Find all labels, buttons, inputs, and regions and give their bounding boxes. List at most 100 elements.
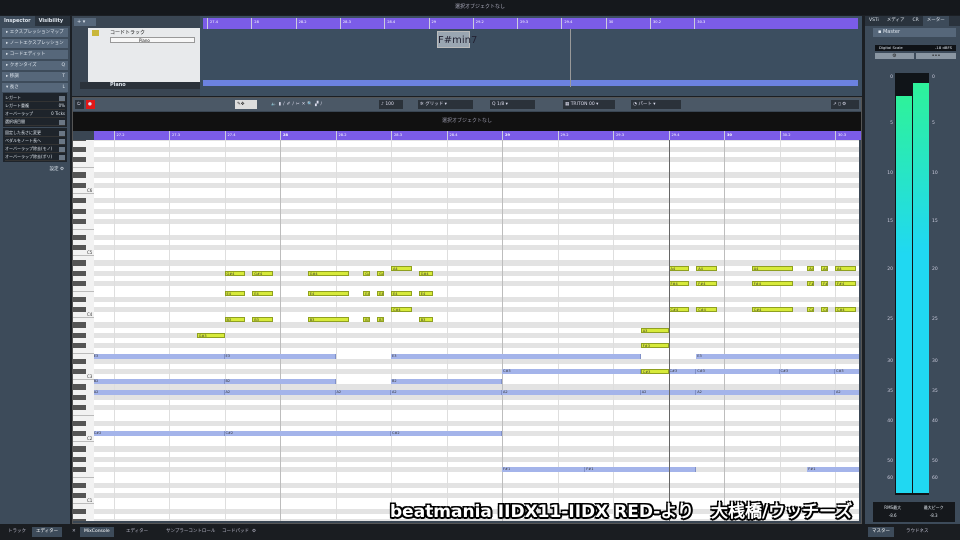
action-overlap-poly[interactable]: オーバーラップ除去(ポリ)	[5, 153, 65, 161]
midi-note[interactable]: G#4	[224, 270, 246, 276]
midi-note[interactable]: F#1	[807, 467, 859, 473]
black-key[interactable]	[73, 467, 86, 473]
grid-select[interactable]: ✲ グリッド ▾	[418, 100, 473, 109]
track-selector[interactable]: Piano	[80, 82, 200, 89]
black-key[interactable]	[73, 306, 86, 313]
midi-note[interactable]: G#4	[363, 270, 371, 276]
black-key[interactable]	[73, 430, 86, 437]
close-icon[interactable]: ✕	[68, 527, 80, 537]
midi-note[interactable]: B3	[377, 317, 385, 323]
midi-note[interactable]: C#3	[502, 369, 641, 374]
midi-note[interactable]: E4	[418, 291, 433, 297]
velocity-field[interactable]: ♪ 100	[379, 100, 403, 109]
black-key[interactable]	[73, 156, 86, 163]
midi-note[interactable]: A4	[668, 265, 690, 271]
midi-note[interactable]: E4	[307, 291, 350, 297]
settings-button[interactable]: 設定 ⚙	[0, 163, 70, 175]
black-key[interactable]	[73, 384, 86, 390]
section-note-expression[interactable]: ▸ ノートエクスプレッション	[2, 39, 68, 48]
midi-note[interactable]: C#4	[696, 306, 718, 312]
midi-note[interactable]: E4	[252, 291, 274, 297]
black-key[interactable]	[73, 394, 86, 400]
apply-button[interactable]	[59, 154, 65, 160]
midi-note[interactable]: G#4	[418, 270, 433, 276]
midi-note[interactable]: F#4	[696, 281, 718, 287]
black-key[interactable]	[73, 270, 86, 276]
midi-note[interactable]: F#4	[668, 281, 690, 287]
midi-note[interactable]: A2	[335, 389, 391, 395]
tab-tracks[interactable]: トラック	[4, 527, 30, 537]
black-key[interactable]	[73, 368, 86, 375]
midi-note[interactable]: F#4	[821, 281, 829, 287]
black-key[interactable]	[73, 518, 86, 521]
tab-editor-left[interactable]: エディター	[32, 527, 63, 537]
midi-note[interactable]: C#2	[391, 431, 502, 437]
midi-note[interactable]: C#4	[821, 306, 829, 312]
apply-button[interactable]	[59, 138, 65, 144]
black-key[interactable]	[73, 322, 86, 328]
instrument-select[interactable]: Piano	[110, 37, 195, 43]
midi-note[interactable]: A4	[807, 265, 815, 271]
editor-ruler[interactable]: 27.2 27.3 27.4 28 28.2 28.3 28.4 29 29.2 29.3 29.4…	[94, 131, 861, 140]
midi-note[interactable]: C#4	[835, 306, 856, 312]
tab-editor-lower[interactable]: エディター	[122, 527, 152, 537]
black-key[interactable]	[73, 296, 86, 302]
select-tool-icon[interactable]: ✎✥	[235, 100, 257, 109]
midi-note[interactable]: A2	[224, 389, 336, 395]
midi-note[interactable]: B2	[391, 379, 502, 385]
midi-note[interactable]: C#3	[640, 369, 669, 374]
midi-note[interactable]: G#3	[196, 332, 225, 338]
legato-row[interactable]: レガート	[5, 94, 65, 102]
black-key[interactable]	[73, 405, 86, 411]
edit-tools[interactable]: 🔈▮/✐/✂✕🔍▞/	[269, 100, 364, 109]
midi-note[interactable]: G#4	[307, 270, 350, 276]
legato-overlap-row[interactable]: レガート重複 0%	[5, 102, 65, 110]
apply-button[interactable]	[59, 130, 65, 136]
black-key[interactable]	[73, 358, 86, 364]
midi-note[interactable]: A2	[835, 389, 859, 395]
midi-note[interactable]: E3	[391, 353, 641, 359]
section-quantize[interactable]: ▸ クオンタイズ Q	[2, 61, 68, 70]
midi-note[interactable]: C#3	[779, 369, 835, 374]
black-key[interactable]	[73, 482, 86, 488]
note-grid[interactable]: G#4 G#4 G#4 G#4 G#4 A4 G#4 E4 E4 E4 E4 E4 E4 E4 C#4 B3 B…	[94, 140, 859, 521]
gear-icon[interactable]: ⚙	[248, 527, 260, 537]
midi-note[interactable]: A2	[696, 389, 835, 395]
black-key[interactable]	[73, 198, 86, 204]
arrange-ruler[interactable]: 27.4 28 28.2 28.3 28.4 29 29.2 29.3 29.4 30 30.2 30…	[203, 18, 858, 29]
midi-note[interactable]: A2	[94, 389, 225, 395]
black-key[interactable]	[73, 281, 86, 287]
midi-note[interactable]: B3	[418, 317, 433, 323]
midi-note[interactable]: A4	[696, 265, 718, 271]
action-fixed-length[interactable]: 固定した長さに変更	[5, 129, 65, 137]
black-key[interactable]	[73, 332, 86, 338]
midi-note[interactable]: B3	[224, 317, 246, 323]
add-track-button[interactable]: + ▾	[74, 18, 96, 26]
midi-note[interactable]: G#4	[377, 270, 385, 276]
black-key[interactable]	[73, 218, 86, 225]
midi-note[interactable]: A2	[502, 389, 641, 395]
section-chord-edit[interactable]: ▸ コードエディット	[2, 50, 68, 59]
midi-note[interactable]: C#2	[94, 431, 225, 437]
midi-note[interactable]: C#4	[807, 306, 815, 312]
black-key[interactable]	[73, 172, 86, 178]
black-key[interactable]	[73, 456, 86, 462]
midi-note[interactable]: C#2	[224, 431, 391, 437]
midi-note[interactable]: C#3	[668, 369, 697, 374]
midi-note[interactable]: B3	[252, 317, 274, 323]
black-key[interactable]	[73, 260, 86, 266]
window-controls[interactable]: ↗ ▯ ⚙	[831, 100, 859, 109]
apply-button[interactable]	[59, 146, 65, 152]
tab-mixconsole[interactable]: MixConsole	[80, 527, 114, 537]
midi-note[interactable]: A3	[640, 327, 669, 333]
midi-note[interactable]: B2	[94, 379, 225, 385]
midi-note[interactable]: F#3	[640, 343, 669, 349]
tab-visibility[interactable]: Visibility	[35, 16, 68, 26]
chord-event[interactable]: F#min7	[437, 31, 477, 48]
black-key[interactable]	[73, 182, 86, 188]
black-key[interactable]	[73, 343, 86, 349]
piano-keyboard[interactable]: C1 C2 C3 C4 C5 C6	[73, 140, 94, 521]
tab-inspector[interactable]: Inspector	[0, 16, 35, 26]
midi-note[interactable]: E4	[391, 291, 412, 297]
quantize-select[interactable]: Q 1/8 ▾	[490, 100, 535, 109]
